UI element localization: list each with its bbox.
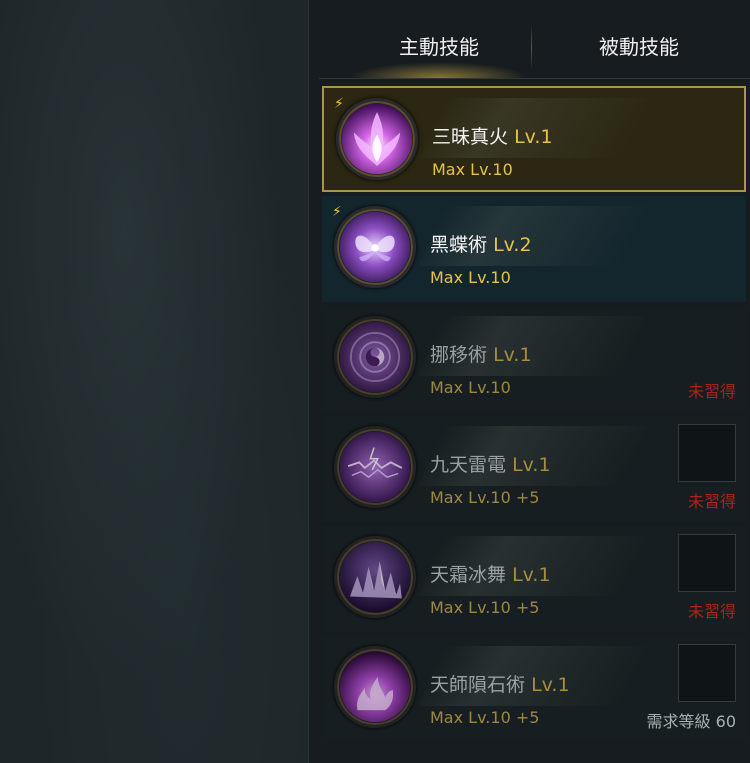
tabs-underline — [319, 78, 750, 79]
skill-max-level: Max Lv.10 — [432, 160, 513, 179]
skill-row[interactable]: 天霜冰舞 Lv.1 Max Lv.10 +5 未習得 — [322, 526, 746, 632]
skill-slot[interactable] — [678, 644, 736, 702]
unlearned-status: 未習得 — [687, 492, 736, 511]
skill-name: 九天雷電 Lv.1 — [430, 454, 551, 476]
unlearned-status: 未習得 — [687, 382, 736, 401]
ice-crystals-icon — [334, 536, 416, 618]
active-tab-glow — [349, 62, 529, 78]
unlearned-status: 未習得 — [687, 602, 736, 621]
tab-passive-skills[interactable]: 被動技能 — [539, 30, 739, 64]
skill-name: 挪移術 Lv.1 — [430, 344, 532, 366]
skill-row[interactable]: ⚡ 三昧真火 Lv.1 Max Lv.10 — [322, 86, 746, 192]
upgrade-mark-icon: ⚡ — [332, 204, 342, 220]
upgrade-mark-icon: ⚡ — [334, 96, 344, 112]
skill-row[interactable]: 天師隕石術 Lv.1 Max Lv.10 +5 需求等級 60 — [322, 636, 746, 742]
skill-name: 天師隕石術 Lv.1 — [430, 674, 570, 696]
skill-max-level: Max Lv.10 +5 — [430, 598, 540, 617]
background-area — [0, 0, 308, 763]
skill-name: 黑蝶術 Lv.2 — [430, 234, 532, 256]
skill-max-level: Max Lv.10 +5 — [430, 488, 540, 507]
skill-name: 三昧真火 Lv.1 — [432, 126, 553, 148]
purple-lightning-icon — [334, 426, 416, 508]
skill-tabs: 主動技能 被動技能 — [309, 0, 750, 80]
skill-slot[interactable] — [678, 424, 736, 482]
meteor-fire-icon — [334, 646, 416, 728]
yin-yang-vortex-icon — [334, 316, 416, 398]
skill-row[interactable]: 九天雷電 Lv.1 Max Lv.10 +5 未習得 — [322, 416, 746, 522]
skill-slot[interactable] — [678, 534, 736, 592]
level-requirement: 需求等級 60 — [646, 712, 736, 731]
skill-row[interactable]: ⚡ 黑蝶術 Lv.2 Max Lv.10 — [322, 196, 746, 302]
skill-panel: 主動技能 被動技能 ⚡ 三昧真火 Lv.1 Max Lv.10 ⚡ 黑蝶術 Lv… — [308, 0, 750, 763]
tab-active-skills[interactable]: 主動技能 — [349, 30, 529, 64]
skill-max-level: Max Lv.10 — [430, 378, 511, 397]
tab-divider — [531, 26, 532, 68]
skill-row[interactable]: 挪移術 Lv.1 Max Lv.10 未習得 — [322, 306, 746, 412]
skill-name: 天霜冰舞 Lv.1 — [430, 564, 551, 586]
skill-max-level: Max Lv.10 +5 — [430, 708, 540, 727]
skill-max-level: Max Lv.10 — [430, 268, 511, 287]
